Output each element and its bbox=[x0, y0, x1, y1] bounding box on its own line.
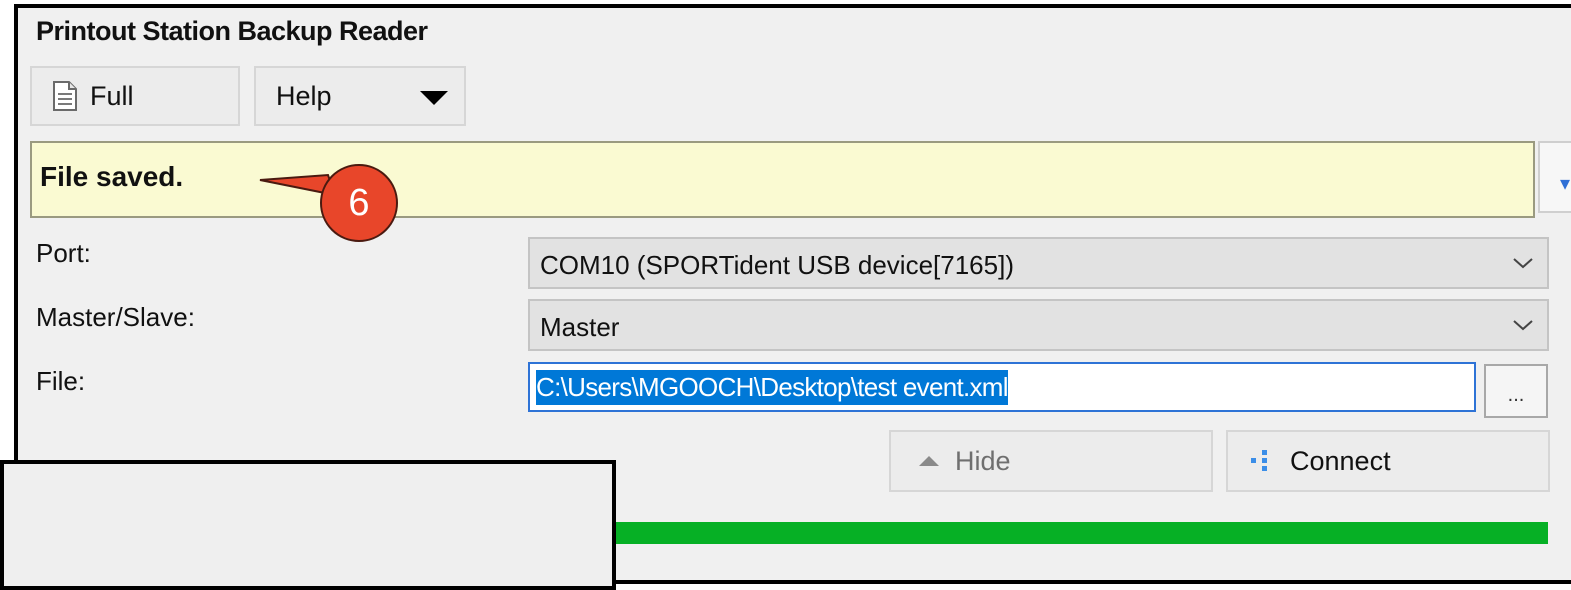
port-label: Port: bbox=[36, 238, 91, 268]
connect-icon bbox=[1251, 450, 1267, 471]
connect-button[interactable]: Connect bbox=[1226, 430, 1550, 492]
chevron-down-icon bbox=[1513, 258, 1533, 269]
callout-badge: 6 bbox=[320, 164, 398, 242]
port-select-value: COM10 (SPORTident USB device[7165]) bbox=[540, 250, 1014, 280]
browse-button[interactable]: ... bbox=[1484, 364, 1548, 418]
chevron-down-icon bbox=[1513, 320, 1533, 331]
master-slave-select[interactable]: Master bbox=[528, 299, 1549, 351]
hide-button[interactable]: Hide bbox=[889, 430, 1213, 492]
triangle-up-icon bbox=[919, 456, 939, 466]
status-expand-button[interactable]: ▾ bbox=[1538, 141, 1571, 213]
file-label: File: bbox=[36, 366, 86, 396]
help-menu-button[interactable]: Help bbox=[254, 66, 466, 126]
master-slave-label: Master/Slave: bbox=[36, 302, 195, 332]
full-button[interactable]: Full bbox=[30, 66, 240, 126]
dropdown-arrow-icon bbox=[420, 91, 448, 105]
file-path-value: C:\Users\MGOOCH\Desktop\test event.xml bbox=[536, 370, 1009, 405]
document-icon bbox=[53, 81, 77, 111]
progress-bar bbox=[612, 522, 1548, 544]
help-button-label: Help bbox=[276, 80, 332, 111]
connect-button-label: Connect bbox=[1290, 445, 1391, 476]
file-path-input[interactable]: C:\Users\MGOOCH\Desktop\test event.xml bbox=[528, 362, 1476, 412]
status-message: File saved. bbox=[40, 161, 184, 192]
hide-button-label: Hide bbox=[955, 445, 1011, 476]
overlay-panel bbox=[0, 460, 616, 590]
chevron-down-icon: ▾ bbox=[1560, 173, 1571, 195]
master-slave-select-value: Master bbox=[540, 312, 620, 342]
full-button-label: Full bbox=[90, 80, 134, 111]
port-select[interactable]: COM10 (SPORTident USB device[7165]) bbox=[528, 237, 1549, 289]
app-title: Printout Station Backup Reader bbox=[36, 16, 428, 46]
